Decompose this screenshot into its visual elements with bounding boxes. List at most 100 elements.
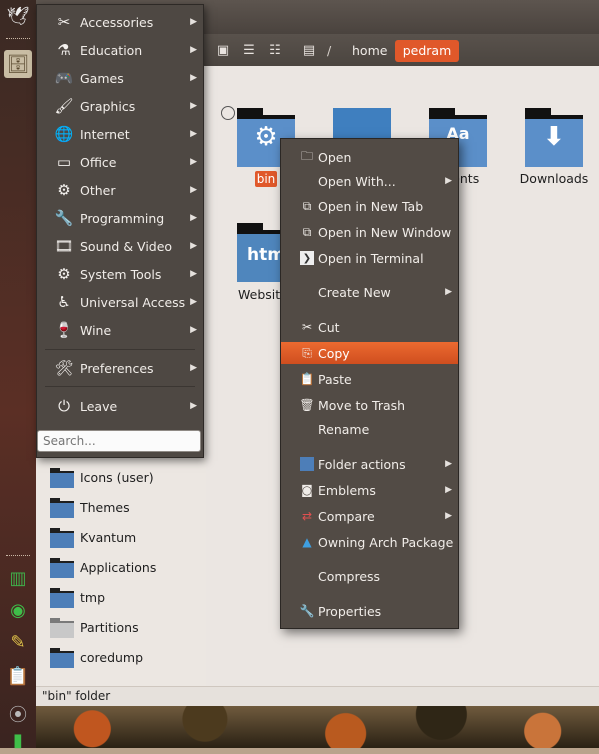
- programming-icon: 🔧: [54, 209, 74, 227]
- search-input[interactable]: [37, 430, 201, 452]
- feather-icon[interactable]: ✎: [4, 628, 32, 656]
- ctx-item-label: Folder actions: [318, 456, 406, 472]
- folder-icon: [50, 468, 74, 488]
- ctx-item-create-new[interactable]: Create New ▶: [281, 281, 458, 303]
- dove-app-menu-icon[interactable]: 🕊: [4, 2, 32, 30]
- menu-item-label: Graphics: [80, 98, 136, 114]
- menu-item-accessories[interactable]: ✂ Accessories ▶: [37, 8, 203, 36]
- folder-icon: [300, 457, 314, 471]
- menu-item-other[interactable]: ⚙ Other ▶: [37, 176, 203, 204]
- menu-item-leave[interactable]: ⏻ Leave ▶: [37, 392, 203, 420]
- sidebar-item-partitions[interactable]: Partitions: [50, 615, 139, 639]
- sidebar-item-applications[interactable]: Applications: [50, 555, 156, 579]
- menu-item-graphics[interactable]: 🖌 Graphics ▶: [37, 92, 203, 120]
- ctx-item-open-terminal[interactable]: ❯ Open in Terminal: [281, 247, 458, 269]
- ctx-item-emblems[interactable]: ◙ Emblems ▶: [281, 479, 458, 501]
- manjaro-icon[interactable]: ▥: [4, 564, 32, 592]
- new-tab-icon: ⧉: [302, 198, 312, 213]
- menu-separator: [45, 386, 195, 387]
- breadcrumb-separator: /: [327, 43, 332, 58]
- download-icon: ⬇: [543, 122, 565, 152]
- menu-item-label: Internet: [80, 126, 130, 142]
- folder-icon: [50, 498, 74, 518]
- ctx-item-open-with[interactable]: Open With... ▶: [281, 170, 458, 192]
- record-icon[interactable]: ◉: [4, 596, 32, 624]
- menu-item-label: Games: [80, 70, 124, 86]
- new-window-icon: ⧉: [302, 224, 312, 239]
- ctx-item-properties[interactable]: 🔧 Properties: [281, 600, 458, 622]
- sidebar-item-kvantum[interactable]: Kvantum: [50, 525, 136, 549]
- menu-item-games[interactable]: 🎮 Games ▶: [37, 64, 203, 92]
- dock-panel: 🕊 🗄 ▥ ◉ ✎ 📋 ⦿ ▮: [0, 0, 36, 751]
- ctx-item-label: Compare: [318, 508, 375, 524]
- ctx-item-compare[interactable]: ⇄ Compare ▶: [281, 505, 458, 527]
- menu-item-label: Education: [80, 42, 143, 58]
- ctx-item-copy[interactable]: ⎘ Copy: [281, 342, 458, 364]
- status-bar: "bin" folder: [36, 686, 599, 706]
- ctx-item-open[interactable]: 🗀 Open: [281, 146, 458, 168]
- menu-item-label: Programming: [80, 210, 165, 226]
- file-manager-icon[interactable]: 🗄: [4, 50, 32, 78]
- breadcrumb-user[interactable]: pedram: [395, 40, 459, 62]
- image-view-icon[interactable]: ▣: [214, 41, 232, 59]
- menu-item-label: Preferences: [80, 360, 154, 376]
- sidebar-item-tmp[interactable]: tmp: [50, 585, 105, 609]
- sidebar-item-icons-user[interactable]: Icons (user): [50, 465, 154, 489]
- ctx-item-label: Open in New Tab: [318, 198, 424, 214]
- menu-item-label: Office: [80, 154, 117, 170]
- menu-item-preferences[interactable]: 🛠 Preferences ▶: [37, 354, 203, 382]
- folder-icon: [50, 648, 74, 668]
- menu-item-wine[interactable]: 🍷 Wine ▶: [37, 316, 203, 344]
- ctx-item-label: Paste: [318, 371, 352, 387]
- compare-icon: ⇄: [301, 509, 313, 523]
- ctx-item-paste[interactable]: 📋 Paste: [281, 368, 458, 390]
- menu-separator: [45, 349, 195, 350]
- submenu-arrow-icon: ▶: [445, 485, 452, 495]
- drive-folder-icon: [50, 618, 74, 638]
- sidebar-item-label: Icons (user): [80, 469, 154, 485]
- menu-item-universal-access[interactable]: ♿ Universal Access ▶: [37, 288, 203, 316]
- folder-label-downloads: Downloads: [519, 171, 589, 186]
- battery-icon[interactable]: ▮: [4, 726, 32, 754]
- clipboard-icon[interactable]: 📋: [4, 662, 32, 690]
- status-text: "bin" folder: [42, 689, 111, 703]
- submenu-arrow-icon: ▶: [445, 459, 452, 469]
- compact-view-icon[interactable]: ☷: [266, 41, 284, 59]
- menu-item-education[interactable]: ⚗ Education ▶: [37, 36, 203, 64]
- ctx-item-owning-arch-package[interactable]: ▲ Owning Arch Package: [281, 531, 458, 553]
- ctx-item-compress[interactable]: Compress: [281, 565, 458, 587]
- breadcrumb-home[interactable]: home: [352, 40, 387, 62]
- submenu-arrow-icon: ▶: [190, 129, 197, 139]
- menu-item-internet[interactable]: 🌐 Internet ▶: [37, 120, 203, 148]
- network-icon[interactable]: ⦿: [4, 700, 32, 728]
- sidebar-item-themes[interactable]: Themes: [50, 495, 130, 519]
- system-tools-icon: ⚙: [57, 265, 71, 283]
- sidebar-item-label: Partitions: [80, 619, 139, 635]
- ctx-item-folder-actions[interactable]: Folder actions ▶: [281, 453, 458, 475]
- sidebar-item-coredump[interactable]: coredump: [50, 645, 143, 669]
- sound-video-icon: 🎞: [54, 237, 74, 255]
- menu-item-programming[interactable]: 🔧 Programming ▶: [37, 204, 203, 232]
- menu-item-system-tools[interactable]: ⚙ System Tools ▶: [37, 260, 203, 288]
- education-icon: ⚗: [57, 41, 71, 59]
- detail-view-icon[interactable]: ☰: [240, 41, 258, 59]
- ctx-item-label: Emblems: [318, 482, 376, 498]
- menu-item-office[interactable]: ▭ Office ▶: [37, 148, 203, 176]
- drive-icon[interactable]: ▤: [300, 41, 318, 59]
- ctx-item-move-to-trash[interactable]: 🗑 Move to Trash: [281, 394, 458, 416]
- scissors-icon: ✂: [301, 320, 313, 334]
- ctx-item-label: Cut: [318, 319, 340, 335]
- submenu-arrow-icon: ▶: [190, 157, 197, 167]
- menu-item-sound-video[interactable]: 🎞 Sound & Video ▶: [37, 232, 203, 260]
- menu-item-label: Universal Access: [80, 294, 186, 310]
- submenu-arrow-icon: ▶: [190, 101, 197, 111]
- ctx-item-cut[interactable]: ✂ Cut: [281, 316, 458, 338]
- ctx-item-label: Rename: [318, 421, 370, 437]
- submenu-arrow-icon: ▶: [190, 325, 197, 335]
- power-icon: ⏻: [58, 397, 70, 415]
- ctx-item-rename[interactable]: Rename: [281, 418, 458, 440]
- folder-item-downloads[interactable]: ⬇: [525, 108, 583, 167]
- ctx-item-open-new-tab[interactable]: ⧉ Open in New Tab: [281, 195, 458, 217]
- sidebar-item-label: Kvantum: [80, 529, 137, 545]
- ctx-item-open-new-window[interactable]: ⧉ Open in New Window: [281, 221, 458, 243]
